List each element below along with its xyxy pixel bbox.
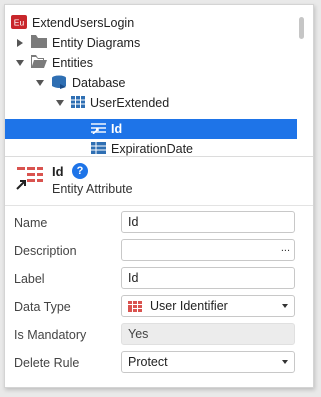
data-type-value: User Identifier xyxy=(150,299,228,313)
chevron-down-icon[interactable] xyxy=(35,80,45,86)
tree-item-label: Entity Diagrams xyxy=(52,36,141,50)
tree-item-label: ExtendUsersLogin xyxy=(32,16,135,30)
properties-panel: Eu ExtendUsersLogin Entity Diagrams Enti… xyxy=(4,4,314,388)
delete-rule-label: Delete Rule xyxy=(14,356,80,370)
identifier-attribute-icon xyxy=(91,122,106,137)
help-icon[interactable]: ? xyxy=(72,163,88,179)
tree-item-entity-diagrams[interactable]: Entity Diagrams xyxy=(5,33,297,53)
description-label: Description xyxy=(14,244,77,258)
identifier-attribute-icon xyxy=(15,165,45,194)
module-tree: Eu ExtendUsersLogin Entity Diagrams Enti… xyxy=(5,13,297,159)
panel-divider[interactable] xyxy=(5,156,313,157)
tree-scrollbar[interactable] xyxy=(297,13,307,159)
tree-item-module[interactable]: Eu ExtendUsersLogin xyxy=(5,13,297,33)
tree-item-entities[interactable]: Entities xyxy=(5,53,297,73)
properties-separator xyxy=(5,205,313,206)
data-type-label: Data Type xyxy=(14,300,71,314)
tree-item-id[interactable]: Id xyxy=(5,119,297,139)
name-value: Id xyxy=(128,215,139,229)
chevron-right-icon[interactable] xyxy=(15,39,25,47)
name-label: Name xyxy=(14,216,48,230)
folder-icon xyxy=(31,35,47,51)
tree-item-label: Database xyxy=(72,76,126,90)
chevron-down-icon[interactable] xyxy=(15,60,25,66)
delete-rule-value: Protect xyxy=(128,355,168,369)
dropdown-caret-icon xyxy=(282,304,288,308)
element-type-label: Entity Attribute xyxy=(52,182,133,196)
entity-table-icon xyxy=(71,95,85,111)
scrollbar-thumb[interactable] xyxy=(299,17,304,39)
tree-item-database[interactable]: Database xyxy=(5,73,297,93)
tree-item-label: Entities xyxy=(52,56,93,70)
label-value: Id xyxy=(128,271,139,285)
is-mandatory-value: Yes xyxy=(128,327,149,341)
tree-item-label: ExpirationDate xyxy=(111,142,193,156)
dropdown-caret-icon xyxy=(282,360,288,364)
properties-header: Id ? Entity Attribute xyxy=(15,163,305,203)
description-field[interactable]: ... xyxy=(121,239,295,261)
identifier-type-icon xyxy=(128,300,142,312)
data-type-dropdown[interactable]: User Identifier xyxy=(121,295,295,317)
name-field[interactable]: Id xyxy=(121,211,295,233)
database-icon xyxy=(51,75,67,92)
tree-item-label: UserExtended xyxy=(90,96,170,110)
label-label: Label xyxy=(14,272,45,286)
folder-open-icon xyxy=(31,55,47,71)
tree-item-label: Id xyxy=(111,122,123,136)
label-field[interactable]: Id xyxy=(121,267,295,289)
page-title: Id xyxy=(52,164,64,179)
tree-item-userextended[interactable]: UserExtended xyxy=(5,93,297,113)
chevron-down-icon[interactable] xyxy=(55,100,65,106)
is-mandatory-field: Yes xyxy=(121,323,295,345)
description-editor-button[interactable]: ... xyxy=(281,242,290,254)
attribute-icon xyxy=(91,141,106,157)
module-badge-icon: Eu xyxy=(11,14,27,32)
is-mandatory-label: Is Mandatory xyxy=(14,328,87,342)
delete-rule-dropdown[interactable]: Protect xyxy=(121,351,295,373)
module-badge-text: Eu xyxy=(14,17,25,27)
